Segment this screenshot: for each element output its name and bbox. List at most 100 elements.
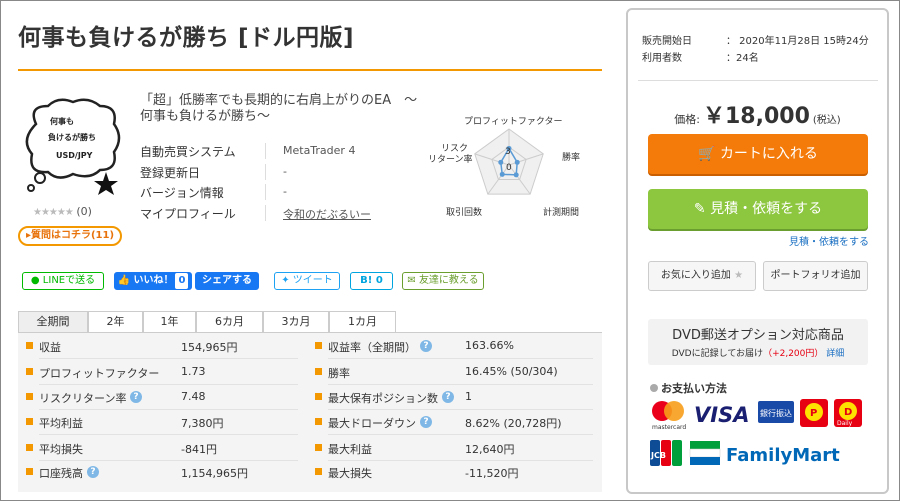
divider [265, 184, 266, 200]
stat-row: 平均損失 -841円 [26, 439, 298, 457]
radar-scale-min: 0 [506, 163, 512, 173]
divider [265, 204, 266, 221]
help-icon[interactable]: ? [420, 340, 432, 352]
stat-value: 12,640円 [465, 443, 515, 456]
qa-button[interactable]: ▸質問はコチラ(11) [18, 226, 122, 246]
radar-label-rr: リスクリターン率 [428, 143, 473, 165]
request-quote-link[interactable]: 見積・依頼をする [789, 233, 869, 248]
logo-line-3: USD/JPY [56, 151, 93, 160]
stat-row: リスクリターン率? 7.48 [26, 388, 298, 406]
divider [39, 358, 298, 359]
svg-text:JCB: JCB [650, 451, 666, 460]
help-icon[interactable]: ? [87, 466, 99, 478]
tab-1-month[interactable]: 1カ月 [329, 311, 396, 332]
bullet-square-icon [315, 468, 322, 475]
bullet-square-icon [315, 418, 322, 425]
bullet-icon [650, 384, 658, 392]
property-label: 登録更新日 [140, 165, 201, 180]
price-tax-note: (税込) [812, 115, 841, 126]
svg-text:Daily: Daily [837, 420, 853, 427]
stat-label: 最大ドローダウン [328, 417, 416, 430]
radar-point [513, 172, 519, 178]
stat-value: -11,520円 [465, 467, 519, 480]
stat-label: 最大利益 [328, 443, 372, 456]
tweet-button[interactable]: ✦ ツイート [274, 272, 340, 290]
help-icon[interactable]: ? [130, 391, 142, 403]
radar-label-winrate: 勝率 [562, 151, 580, 163]
stat-value: 1,154,965円 [181, 467, 248, 480]
stat-row: 収益率（全期間）? 163.66% [315, 337, 593, 355]
dvd-note: DVDに記録してお届け（+2,200円） 詳細 [648, 346, 868, 359]
stat-label: 口座残高 [39, 467, 83, 480]
hatena-label: B! [360, 275, 373, 286]
like-count: 0 [175, 273, 189, 289]
page-title: 何事も負けるが勝ち [ドル円版] [18, 25, 355, 51]
bullet-square-icon [26, 342, 33, 349]
pencil-icon: ✎ [693, 201, 706, 217]
stat-value: 7.48 [181, 390, 206, 403]
performance-stats: 収益 154,965円 プロフィットファクター 1.73 リスクリターン率? 7.48 平均… [18, 332, 602, 492]
help-icon[interactable]: ? [420, 416, 432, 428]
property-value: MetaTrader 4 [283, 144, 356, 157]
product-description: 「超」低勝率でも長期的に右肩上がりのEA ～何事も負けるが勝ち～ [140, 93, 418, 124]
stat-label: 平均損失 [39, 443, 83, 456]
visa-logo: VISA [694, 403, 749, 427]
help-icon[interactable]: ? [442, 391, 454, 403]
mastercard-logo: mastercard [652, 401, 686, 431]
stat-value: 16.45% (50/304) [465, 365, 558, 378]
svg-text:銀行振込: 銀行振込 [760, 408, 792, 418]
property-value: - [283, 185, 287, 198]
logo-line-1: 何事も [50, 116, 74, 126]
divider [39, 434, 298, 435]
divider [328, 358, 593, 359]
stat-row: 平均利益 7,380円 [26, 413, 298, 431]
hatena-bookmark-button[interactable]: B! 0 [350, 272, 393, 290]
tweet-label: ツイート [292, 275, 333, 286]
stat-label: 平均利益 [39, 417, 83, 430]
divider [328, 434, 593, 435]
stat-label: 最大保有ポジション数 [328, 392, 438, 405]
tab-3-months[interactable]: 3カ月 [263, 311, 329, 332]
radar-grid [474, 128, 544, 195]
favorite-label: お気に入り追加 [660, 270, 731, 281]
divider [265, 163, 266, 180]
stat-value: 8.62% (20,728円) [465, 417, 562, 430]
daily-yamazaki-logo: D Daily [834, 399, 862, 427]
tab-6-months[interactable]: 6カ月 [196, 311, 263, 332]
mail-icon: ✉ [407, 275, 416, 286]
logo-line-2: 負けるが勝ち [48, 132, 96, 142]
request-quote-button[interactable]: ✎ 見積・依頼をする [648, 189, 868, 229]
bullet-square-icon [26, 368, 33, 375]
divider [39, 384, 298, 385]
payment-title-text: お支払い方法 [661, 382, 727, 395]
bullet-square-icon [315, 393, 322, 400]
divider [39, 460, 298, 461]
svg-text:FamilyMart: FamilyMart [726, 445, 840, 466]
line-label: LINEで送る [42, 275, 96, 286]
radar-point [514, 159, 520, 165]
svg-text:mastercard: mastercard [652, 424, 686, 431]
stat-row: 勝率 16.45% (50/304) [315, 363, 593, 381]
payment-methods-title: お支払い方法 [650, 380, 727, 396]
bullet-square-icon [315, 444, 322, 451]
tab-all-period[interactable]: 全期間 [18, 311, 88, 332]
svg-text:D: D [844, 407, 852, 418]
line-share-button[interactable]: ● LINEで送る [22, 272, 104, 290]
property-label: マイプロフィール [140, 206, 236, 221]
property-row: 自動売買システム MetaTrader 4 [140, 141, 440, 162]
dvd-detail-link[interactable]: 詳細 [826, 349, 844, 359]
tab-1-year[interactable]: 1年 [143, 311, 196, 332]
facebook-share-button[interactable]: シェアする [195, 272, 259, 290]
stat-value: 154,965円 [181, 341, 238, 354]
tell-friend-button[interactable]: ✉ 友達に教える [402, 272, 484, 290]
profile-link[interactable]: 令和のだぶるいー [283, 206, 371, 222]
bullet-square-icon [315, 368, 322, 375]
add-to-cart-button[interactable]: 🛒 カートに入れる [648, 134, 868, 174]
users-label: 利用者数 [642, 53, 682, 64]
add-favorite-button[interactable]: お気に入り追加 ★ [648, 261, 756, 291]
facebook-like-button[interactable]: 👍 いいね！ 0 [114, 272, 192, 290]
tab-2-years[interactable]: 2年 [88, 311, 143, 332]
add-portfolio-button[interactable]: ポートフォリオ追加 [763, 261, 868, 291]
property-row: バージョン情報 - [140, 182, 440, 203]
rating-count: (0) [76, 205, 92, 218]
